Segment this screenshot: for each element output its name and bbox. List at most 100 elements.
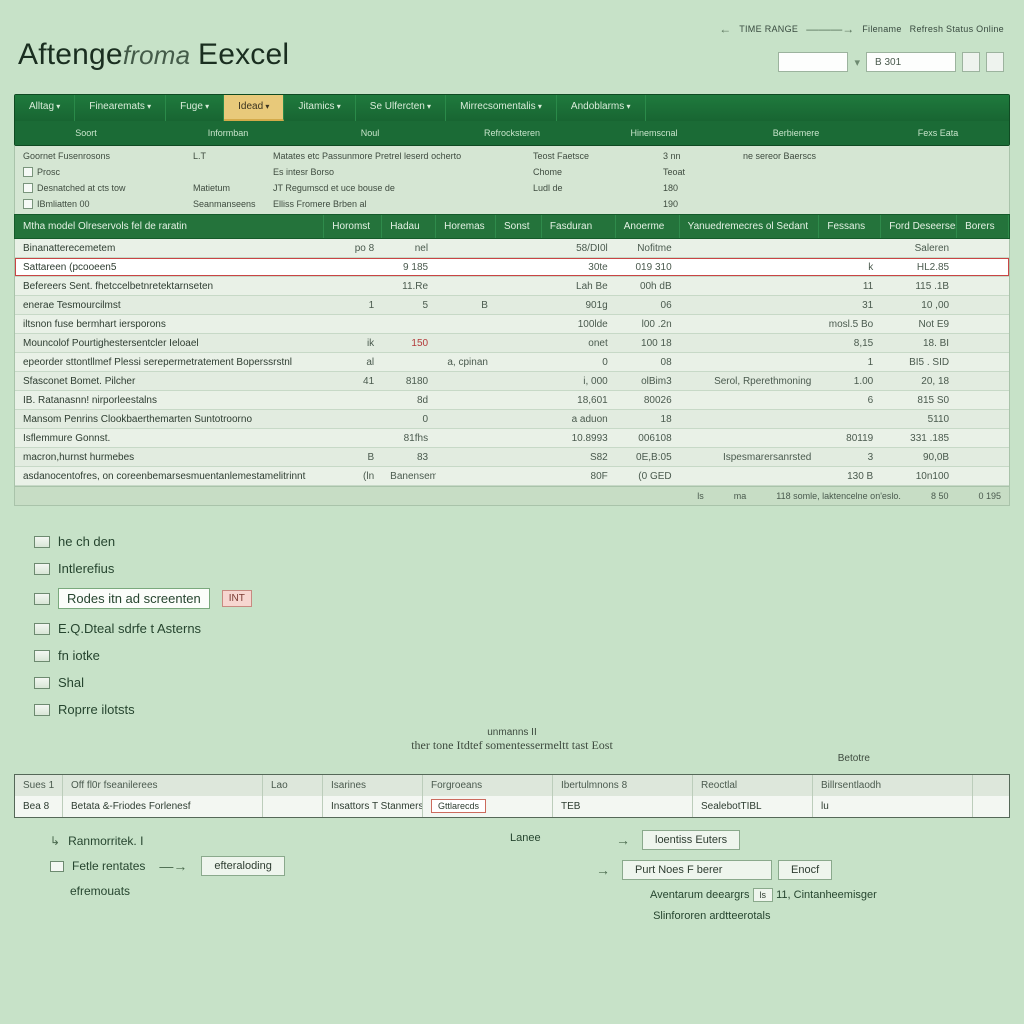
- nav-item-label: Shal: [58, 675, 84, 690]
- sheet-header-1[interactable]: Off fl0r fseanilerees: [63, 775, 263, 796]
- cell: 90,0B: [881, 452, 957, 463]
- strip-row-0: Goornet FusenrosonsL.TMatates etc Passun…: [15, 148, 1009, 164]
- col-header-10[interactable]: Borers: [957, 215, 1009, 238]
- nav-item-4[interactable]: fn iotke: [34, 642, 1010, 669]
- flow-right-mid-tag[interactable]: Enocf: [778, 860, 832, 880]
- sheet-header-3[interactable]: Isarines: [323, 775, 423, 796]
- sheet-header-7[interactable]: Billrsentlaodh: [813, 775, 973, 796]
- cell: 81fhs: [382, 433, 436, 444]
- table-row[interactable]: Sattareen (pcooeen59 18530te019 310kHL2.…: [15, 258, 1009, 277]
- folder-icon: [50, 861, 64, 872]
- flow-node-1[interactable]: Fetle rentates —→ efteraloding: [50, 852, 1010, 880]
- nav-item-1[interactable]: Intlerefius: [34, 555, 1010, 582]
- col-header-6[interactable]: Anoerme: [616, 215, 680, 238]
- sheet-cell-7[interactable]: lu: [813, 796, 973, 817]
- cell: 80F: [542, 471, 616, 482]
- col-header-8[interactable]: Fessans: [819, 215, 881, 238]
- col-header-0[interactable]: Mtha model Olreservols fel de raratin: [15, 215, 324, 238]
- nav-fwd-arrow[interactable]: ———→: [806, 22, 854, 36]
- sheet-cell-0[interactable]: Bea 8: [15, 796, 63, 817]
- nav-item-3[interactable]: E.Q.Dteal sdrfe t Asterns: [34, 615, 1010, 642]
- sheet-header-5[interactable]: Ibertulmnons 8: [553, 775, 693, 796]
- flow-right-mid[interactable]: Purt Noes F berer: [622, 860, 772, 880]
- ribbon-group-label-2: Noul: [299, 125, 441, 141]
- ribbon-tab-3[interactable]: Idead: [224, 95, 284, 121]
- sheet-header-0[interactable]: Sues 1: [15, 775, 63, 796]
- col-header-7[interactable]: Yanuedremecres ol Sedant: [680, 215, 820, 238]
- table-row[interactable]: macron,hurnst hurmebesB83S820E,B:05Ispes…: [15, 448, 1009, 467]
- col-header-3[interactable]: Horemas: [436, 215, 496, 238]
- nav-item-label: Roprre ilotsts: [58, 702, 135, 717]
- cell: 1: [324, 300, 382, 311]
- cell: 115 .1B: [881, 281, 957, 292]
- cell: a, cpinan: [436, 357, 496, 368]
- checkbox-icon[interactable]: [23, 199, 33, 209]
- table-row[interactable]: iltsnon fuse bermhart iersporons100ldel0…: [15, 315, 1009, 334]
- nav-back-arrow[interactable]: ←: [719, 22, 731, 36]
- col-header-9[interactable]: Ford Deseerses: [881, 215, 957, 238]
- cell: 006108: [616, 433, 680, 444]
- cell: Mouncolof Pourtighestersentcler Ieloael: [15, 338, 324, 349]
- sheet-header-4[interactable]: Forgroeans: [423, 775, 553, 796]
- flow-tag-1[interactable]: efteraloding: [201, 856, 285, 876]
- top-square-button-2[interactable]: [986, 52, 1004, 72]
- table-row[interactable]: epeorder sttontllmef Plessi serepermetra…: [15, 353, 1009, 372]
- cell: Isflemmure Gonnst.: [15, 433, 324, 444]
- sheet-header-6[interactable]: Reoctlal: [693, 775, 813, 796]
- col-header-5[interactable]: Fasduran: [542, 215, 616, 238]
- checkbox-icon[interactable]: [23, 167, 33, 177]
- cell: 18. BI: [881, 338, 957, 349]
- table-row[interactable]: Mouncolof Pourtighestersentcler Ieloaeli…: [15, 334, 1009, 353]
- ribbon-tab-1[interactable]: Finearemats: [75, 95, 166, 121]
- top-input-b[interactable]: [866, 52, 956, 72]
- cell: IB. Ratanasnn! nirporleestalns: [15, 395, 324, 406]
- top-square-button[interactable]: [962, 52, 980, 72]
- cell: al: [324, 357, 382, 368]
- table-row[interactable]: Mansom Penrins Clookbaerthemarten Suntot…: [15, 410, 1009, 429]
- nav-item-0[interactable]: he ch den: [34, 528, 1010, 555]
- mid-right-label: Betotre: [14, 753, 1010, 764]
- top-label-status: Refresh Status Online: [910, 24, 1004, 34]
- table-row[interactable]: Sfasconet Bomet. Pilcher418180i, 000olBi…: [15, 372, 1009, 391]
- summary-c: 118 somle, laktencelne on'eslo.: [776, 491, 901, 501]
- ribbon-tab-2[interactable]: Fuge: [166, 95, 224, 121]
- flow-down1-tag0[interactable]: ls: [753, 888, 774, 902]
- top-input-a[interactable]: [778, 52, 848, 72]
- nav-item-2[interactable]: Rodes itn ad screentenINT: [34, 582, 1010, 615]
- ribbon-tab-0[interactable]: Alltag: [15, 95, 75, 121]
- cell: 331 .185: [881, 433, 957, 444]
- col-header-1[interactable]: Horomst: [324, 215, 382, 238]
- table-row[interactable]: Binanatterecemetempo 8nel58/DI0lNofitmeS…: [15, 239, 1009, 258]
- ribbon-tab-4[interactable]: Jitamics: [284, 95, 355, 121]
- cell: k: [819, 262, 881, 273]
- ribbon-group-label-1: Informban: [157, 125, 299, 141]
- sheet-cell-1[interactable]: Betata &-Friodes Forlenesf: [63, 796, 263, 817]
- table-row[interactable]: Isflemmure Gonnst.81fhs10.89930061088011…: [15, 429, 1009, 448]
- ribbon-tab-6[interactable]: Mirrecsomentalis: [446, 95, 557, 121]
- sheet-header-2[interactable]: Lao: [263, 775, 323, 796]
- col-header-4[interactable]: Sonst: [496, 215, 542, 238]
- cell: 06: [616, 300, 680, 311]
- table-row[interactable]: enerae Tesmourcilmst15B901g063110 ,00: [15, 296, 1009, 315]
- table-row[interactable]: Befereers Sent. fhetccelbetnretektarnset…: [15, 277, 1009, 296]
- nav-item-6[interactable]: Roprre ilotsts: [34, 696, 1010, 723]
- flow-right-top[interactable]: loentiss Euters: [642, 830, 740, 850]
- sheet-cell-5[interactable]: TEB: [553, 796, 693, 817]
- sheet-cell-3[interactable]: Insattors T Stanmers: [323, 796, 423, 817]
- table-row[interactable]: IB. Ratanasnn! nirporleestalns8d18,60180…: [15, 391, 1009, 410]
- sheet-cell-4[interactable]: Gttlarecds: [423, 796, 553, 817]
- nav-item-5[interactable]: Shal: [34, 669, 1010, 696]
- ribbon-tab-7[interactable]: Andoblarms: [557, 95, 646, 121]
- table-row[interactable]: asdanocentofres, on coreenbemarsesmuenta…: [15, 467, 1009, 486]
- cell: mosl.5 Bo: [819, 319, 881, 330]
- col-header-2[interactable]: Hadau: [382, 215, 436, 238]
- cell: 08: [616, 357, 680, 368]
- sheet-cell-6[interactable]: SealebotTIBL: [693, 796, 813, 817]
- checkbox-icon[interactable]: [23, 183, 33, 193]
- flow-down1: Aventarum deeargrs: [650, 889, 749, 901]
- ribbon-tab-5[interactable]: Se Ulfercten: [356, 95, 446, 121]
- sheet-cell-2[interactable]: [263, 796, 323, 817]
- cell: 30te: [542, 262, 616, 273]
- cell: B: [324, 452, 382, 463]
- cell: Mansom Penrins Clookbaerthemarten Suntot…: [15, 414, 324, 425]
